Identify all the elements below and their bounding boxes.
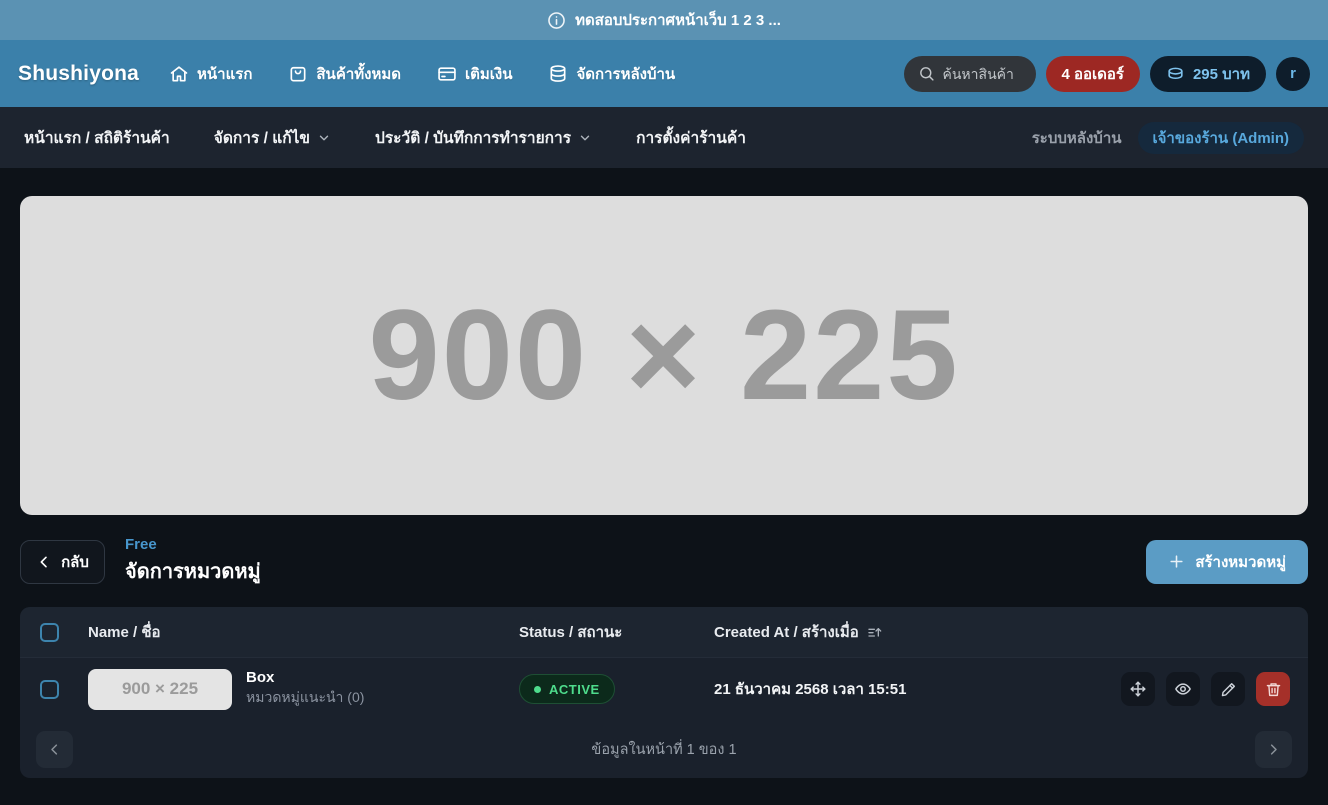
status-badge: ACTIVE — [519, 674, 615, 704]
orders-badge[interactable]: 4 ออเดอร์ — [1046, 56, 1140, 92]
subnav-item-manage[interactable]: จัดการ / แก้ไข — [214, 125, 331, 150]
pagination-status-text: ข้อมูลในหน้าที่ 1 ของ 1 — [73, 738, 1255, 761]
user-avatar[interactable]: r — [1276, 57, 1310, 91]
chevron-down-icon — [578, 131, 592, 145]
previous-page-button[interactable] — [36, 731, 73, 768]
back-button-label: กลับ — [61, 550, 89, 574]
shopping-bag-icon — [288, 64, 308, 84]
chevron-right-icon — [1266, 742, 1281, 757]
back-button[interactable]: กลับ — [20, 540, 105, 584]
row-checkbox[interactable] — [40, 680, 59, 699]
nav-item-products[interactable]: สินค้าทั้งหมด — [288, 62, 401, 86]
subnav-item-label: หน้าแรก / สถิติร้านค้า — [24, 125, 170, 150]
info-icon — [547, 11, 566, 30]
product-search[interactable] — [904, 56, 1036, 92]
search-icon — [918, 65, 935, 82]
row-status-cell: ACTIVE — [519, 674, 714, 704]
category-subtitle: หมวดหมู่แนะนำ (0) — [246, 687, 364, 709]
nav-item-label: จัดการหลังบ้าน — [576, 62, 675, 86]
table-header-row: Name / ชื่อ Status / สถานะ Created At / … — [20, 607, 1308, 657]
nav-items: หน้าแรก สินค้าทั้งหมด เติมเงิน — [169, 62, 675, 86]
created-at-text: 21 ธันวาคม 2568 เวลา 15:51 — [714, 677, 906, 701]
pencil-icon — [1220, 681, 1237, 698]
create-category-button[interactable]: สร้างหมวดหมู่ — [1146, 540, 1308, 584]
brand-logo[interactable]: Shushiyona — [18, 62, 139, 86]
nav-item-label: หน้าแรก — [197, 62, 252, 86]
view-button[interactable] — [1166, 672, 1200, 706]
chevron-down-icon — [317, 131, 331, 145]
column-label-created: Created At / สร้างเมื่อ — [714, 620, 859, 644]
subnav-right: ระบบหลังบ้าน เจ้าของร้าน (Admin) — [1032, 122, 1304, 154]
plus-icon — [1168, 553, 1185, 570]
backend-label: ระบบหลังบ้าน — [1032, 126, 1122, 150]
subnav-item-history[interactable]: ประวัติ / บันทึกการทำรายการ — [375, 125, 592, 150]
trash-icon — [1265, 681, 1282, 698]
navbar-right: 4 ออเดอร์ 295 บาท r — [904, 56, 1311, 92]
subnav-item-label: จัดการ / แก้ไข — [214, 125, 310, 150]
categories-table: Name / ชื่อ Status / สถานะ Created At / … — [20, 607, 1308, 778]
banner-placeholder-text: 900 × 225 — [369, 282, 960, 429]
subnav-item-label: ประวัติ / บันทึกการทำรายการ — [375, 125, 571, 150]
select-all-checkbox[interactable] — [40, 623, 59, 642]
category-name: Box — [246, 669, 364, 686]
subnav-item-label: การตั้งค่าร้านค้า — [636, 125, 746, 150]
row-name-cell: 900 × 225 Box หมวดหมู่แนะนำ (0) — [88, 669, 519, 710]
balance-amount: 295 บาท — [1193, 62, 1250, 86]
nav-item-label: เติมเงิน — [465, 62, 512, 86]
sort-created-control[interactable]: Created At / สร้างเมื่อ — [714, 620, 883, 644]
role-badge[interactable]: เจ้าของร้าน (Admin) — [1138, 122, 1304, 154]
nav-item-home[interactable]: หน้าแรก — [169, 62, 252, 86]
reorder-button[interactable] — [1121, 672, 1155, 706]
status-dot-icon — [534, 686, 541, 693]
row-actions — [1121, 672, 1308, 706]
status-text: ACTIVE — [549, 682, 600, 697]
subnav-item-stats[interactable]: หน้าแรก / สถิติร้านค้า — [24, 125, 170, 150]
home-icon — [169, 64, 189, 84]
sort-ascending-icon — [867, 624, 883, 640]
search-input[interactable] — [943, 66, 1023, 82]
table-pagination: ข้อมูลในหน้าที่ 1 ของ 1 — [20, 720, 1308, 778]
category-name-stack: Box หมวดหมู่แนะนำ (0) — [246, 669, 364, 709]
header-status: Status / สถานะ — [519, 620, 714, 644]
chevron-left-icon — [47, 742, 62, 757]
nav-item-backoffice[interactable]: จัดการหลังบ้าน — [548, 62, 675, 86]
column-label-name: Name / ชื่อ — [88, 620, 161, 644]
chevron-left-icon — [36, 554, 52, 570]
eye-icon — [1174, 680, 1192, 698]
announcement-banner: ทดสอบประกาศหน้าเว็บ 1 2 3 ... — [0, 0, 1328, 40]
shop-banner-image: 900 × 225 — [20, 196, 1308, 515]
table-row[interactable]: 900 × 225 Box หมวดหมู่แนะนำ (0) ACTIVE 2… — [20, 657, 1308, 720]
credit-card-icon — [437, 64, 457, 84]
nav-item-topup[interactable]: เติมเงิน — [437, 62, 512, 86]
header-checkbox-cell — [20, 623, 88, 642]
next-page-button[interactable] — [1255, 731, 1292, 768]
main-navbar: Shushiyona หน้าแรก สินค้าทั้งหมด — [0, 40, 1328, 107]
section-titles: Free จัดการหมวดหมู่ — [125, 536, 261, 587]
announcement-text: ทดสอบประกาศหน้าเว็บ 1 2 3 ... — [575, 8, 781, 32]
column-label-status: Status / สถานะ — [519, 624, 622, 641]
move-icon — [1129, 680, 1147, 698]
coin-icon — [1166, 64, 1185, 83]
delete-button[interactable] — [1256, 672, 1290, 706]
create-button-label: สร้างหมวดหมู่ — [1195, 550, 1286, 574]
plan-label: Free — [125, 536, 261, 553]
page-title: จัดการหมวดหมู่ — [125, 555, 261, 587]
category-thumbnail: 900 × 225 — [88, 669, 232, 710]
thumbnail-placeholder-text: 900 × 225 — [122, 679, 198, 699]
section-header: กลับ Free จัดการหมวดหมู่ สร้างหมวดหมู่ — [20, 536, 1308, 587]
row-checkbox-cell — [20, 680, 88, 699]
balance-badge[interactable]: 295 บาท — [1150, 56, 1266, 92]
admin-subnav: หน้าแรก / สถิติร้านค้า จัดการ / แก้ไข ปร… — [0, 107, 1328, 168]
row-created-cell: 21 ธันวาคม 2568 เวลา 15:51 — [714, 672, 1308, 706]
edit-button[interactable] — [1211, 672, 1245, 706]
header-created: Created At / สร้างเมื่อ — [714, 620, 1308, 644]
page-content: 900 × 225 กลับ Free จัดการหมวดหมู่ สร้าง… — [0, 196, 1328, 778]
database-icon — [548, 64, 568, 84]
subnav-item-settings[interactable]: การตั้งค่าร้านค้า — [636, 125, 746, 150]
nav-item-label: สินค้าทั้งหมด — [316, 62, 401, 86]
header-name: Name / ชื่อ — [88, 620, 519, 644]
